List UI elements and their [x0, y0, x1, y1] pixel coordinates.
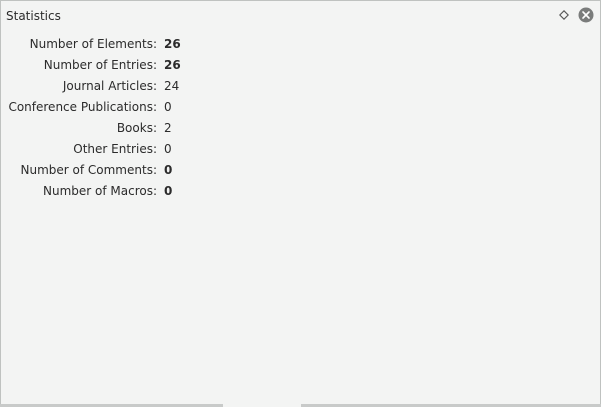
stat-label: Other Entries:	[73, 142, 157, 156]
panel-titlebar: Statistics	[1, 1, 600, 31]
diamond-float-icon	[559, 10, 569, 20]
stat-label: Number of Elements:	[29, 37, 157, 51]
stat-label: Number of Macros:	[42, 184, 157, 198]
stat-value: 26	[164, 58, 181, 72]
stat-value: 0	[164, 184, 173, 198]
stat-label: Journal Articles:	[62, 79, 157, 93]
statistics-panel: Statistics Number of Elements: 26 Number…	[0, 0, 601, 405]
close-panel-button[interactable]	[578, 7, 594, 23]
stat-label: Number of Entries:	[43, 58, 157, 72]
stat-value: 24	[164, 79, 180, 93]
stat-label: Books:	[116, 121, 157, 135]
stat-label: Number of Comments:	[20, 163, 158, 177]
panel-title: Statistics	[6, 9, 61, 23]
stat-value: 0	[164, 100, 172, 114]
stat-value: 0	[164, 142, 172, 156]
stat-label: Conference Publications:	[8, 100, 157, 114]
float-panel-button[interactable]	[557, 8, 571, 22]
stat-value: 2	[164, 121, 172, 135]
stat-value: 26	[164, 37, 181, 51]
close-circle-icon	[578, 7, 594, 23]
stat-value: 0	[164, 163, 173, 177]
